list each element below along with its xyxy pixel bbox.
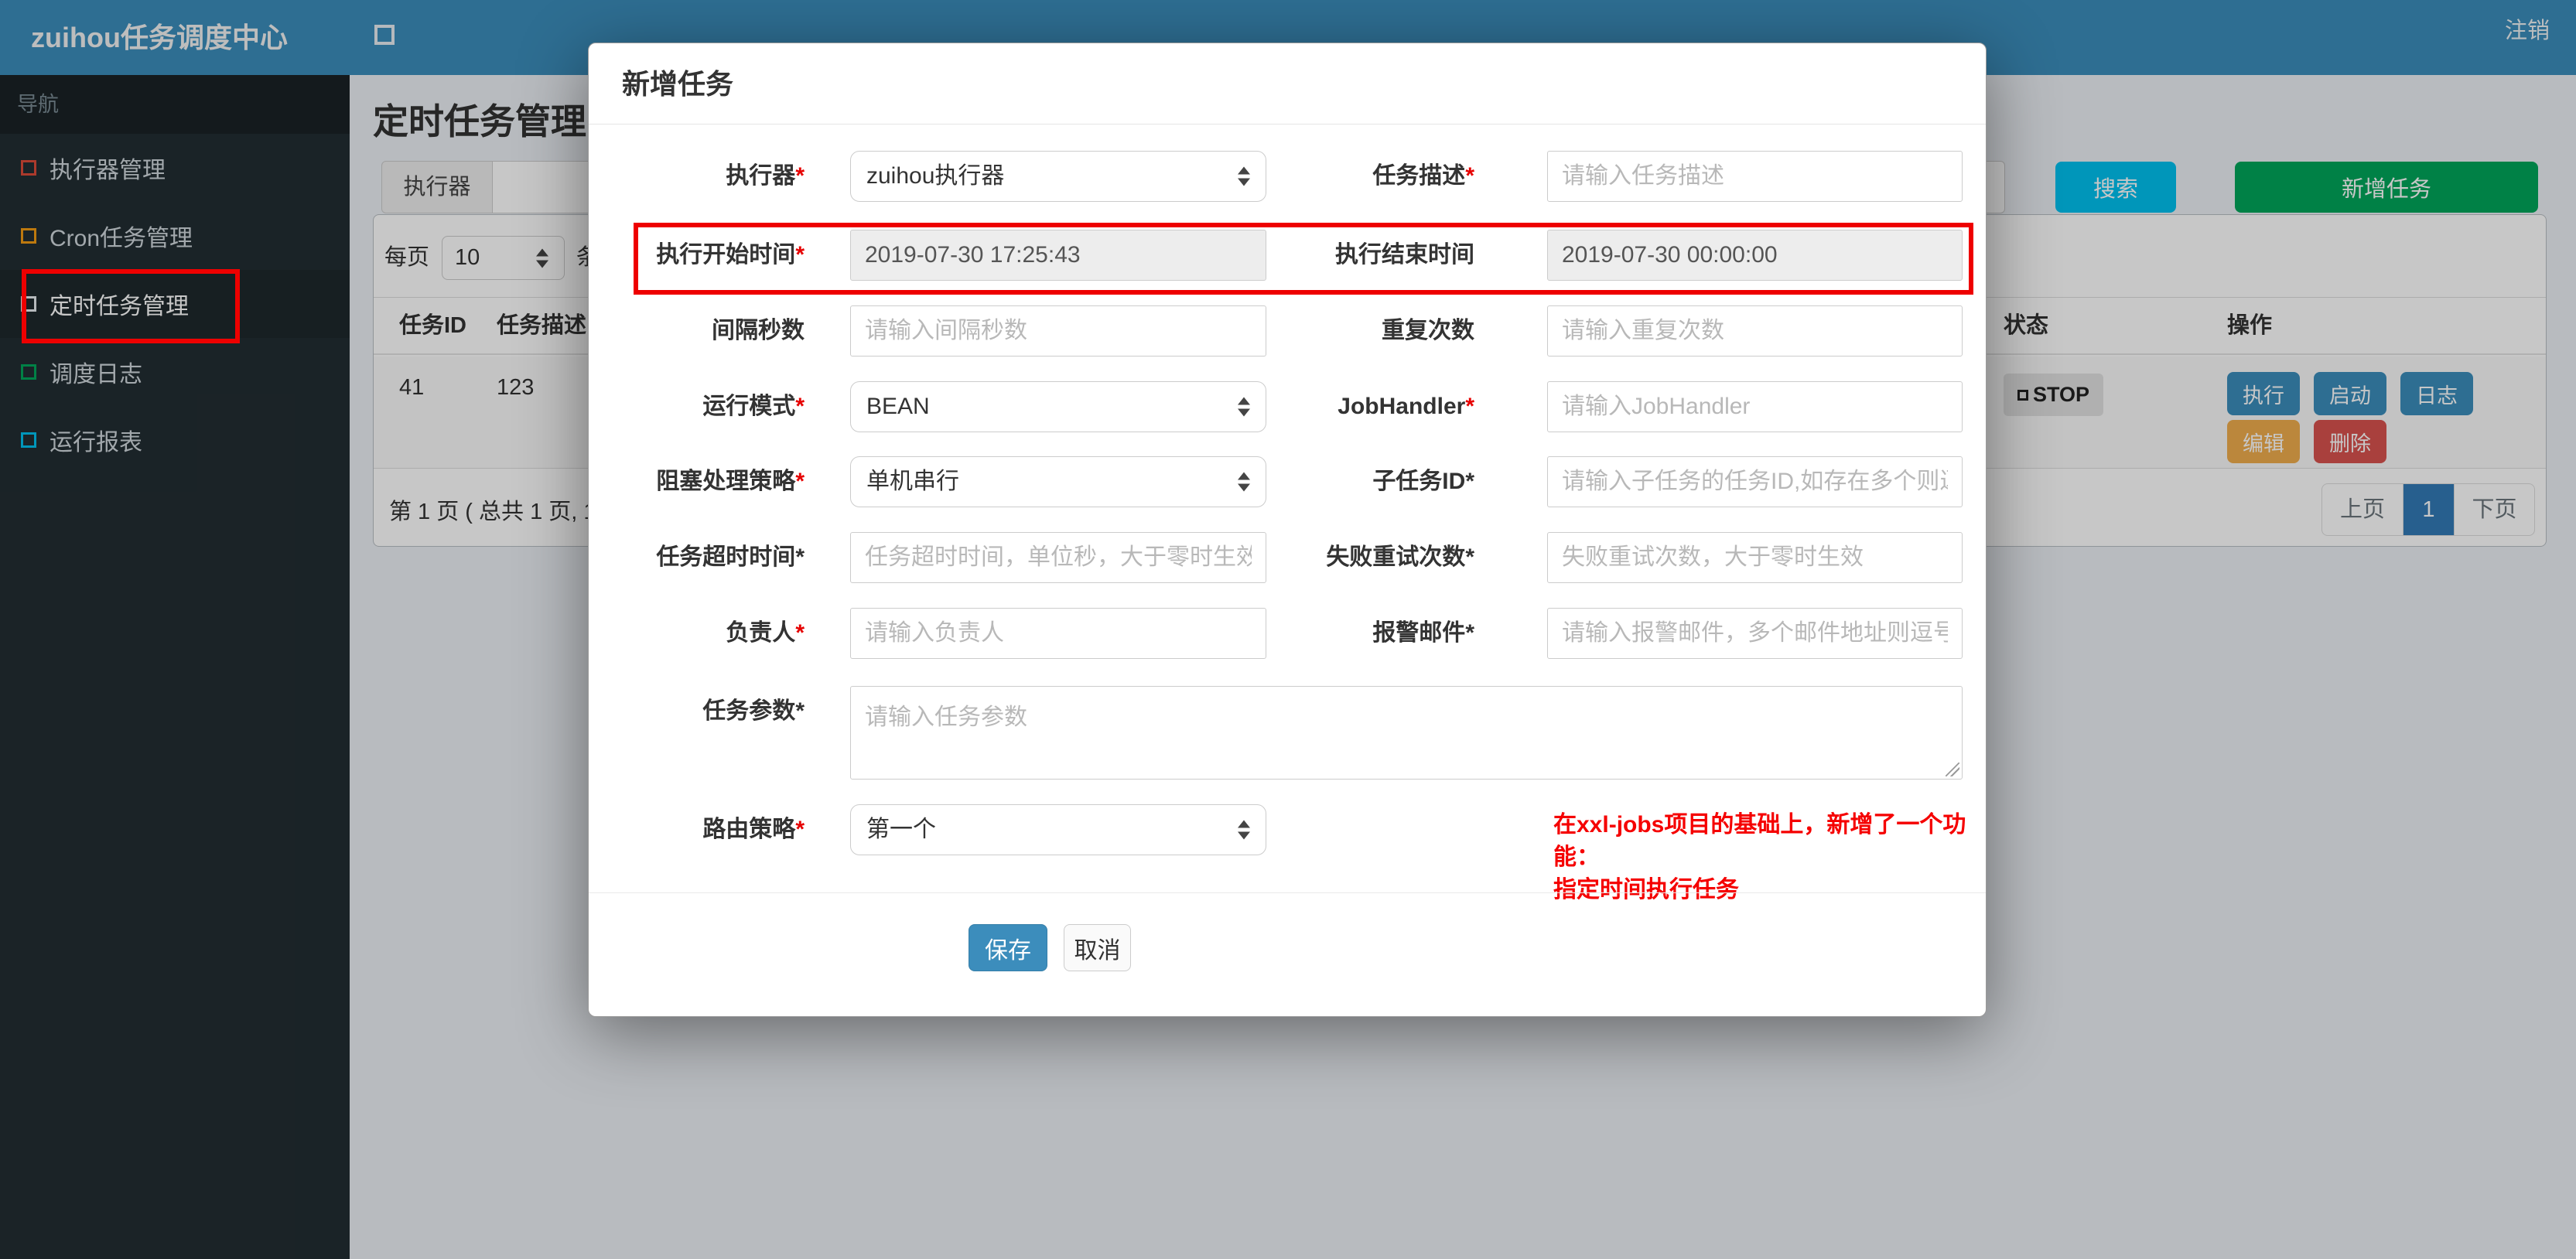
fail-retry-input[interactable]: [1547, 532, 1963, 583]
run-mode-select[interactable]: BEAN: [850, 381, 1266, 432]
fail-retry-label: 失败重试次数*: [1326, 544, 1474, 570]
block-strategy-select[interactable]: 单机串行: [850, 456, 1266, 507]
owner-label: 负责人*: [726, 620, 805, 646]
alarm-email-label: 报警邮件*: [1372, 620, 1474, 646]
screen: zuihou任务调度中心 导航 执行器管理 Cron任务管理 定时任务管理 调度…: [0, 0, 2576, 1259]
alarm-email-input[interactable]: [1547, 608, 1963, 659]
block-strategy-label: 阻塞处理策略*: [656, 469, 805, 494]
run-mode-label: 运行模式*: [702, 394, 805, 419]
task-desc-input[interactable]: [1547, 151, 1963, 202]
jobhandler-label: JobHandler*: [1338, 394, 1474, 419]
cancel-button[interactable]: 取消: [1064, 924, 1131, 971]
executor-select[interactable]: zuihou执行器: [850, 151, 1266, 202]
modal-header: 新增任务: [589, 43, 1986, 125]
resize-grip-icon[interactable]: [1946, 763, 1959, 776]
task-timeout-input[interactable]: [850, 532, 1266, 583]
add-task-modal: 新增任务 执行器* zuihou执行器 任务描述* 执行开始时间* 执行结束时间: [588, 43, 1987, 1017]
interval-seconds-input[interactable]: [850, 305, 1266, 357]
interval-seconds-label: 间隔秒数: [712, 318, 805, 343]
task-params-label: 任务参数*: [702, 698, 805, 724]
save-button[interactable]: 保存: [969, 924, 1047, 971]
child-task-id-input[interactable]: [1547, 456, 1963, 507]
start-time-input[interactable]: [850, 230, 1266, 281]
route-strategy-select[interactable]: 第一个: [850, 804, 1266, 855]
route-strategy-label: 路由策略*: [702, 817, 805, 842]
jobhandler-input[interactable]: [1547, 381, 1963, 432]
repeat-count-label: 重复次数: [1382, 318, 1474, 343]
updown-arrows-icon: [1238, 820, 1250, 840]
updown-arrows-icon: [1238, 166, 1250, 186]
end-time-input[interactable]: [1547, 230, 1963, 281]
task-params-textarea[interactable]: [850, 686, 1963, 780]
updown-arrows-icon: [1238, 397, 1250, 417]
repeat-count-input[interactable]: [1547, 305, 1963, 357]
start-time-label: 执行开始时间*: [656, 242, 805, 268]
updown-arrows-icon: [1238, 472, 1250, 492]
end-time-label: 执行结束时间: [1335, 242, 1474, 268]
modal-title: 新增任务: [622, 68, 734, 100]
executor-label: 执行器*: [726, 163, 805, 189]
task-timeout-label: 任务超时时间*: [656, 544, 805, 570]
owner-input[interactable]: [850, 608, 1266, 659]
child-task-id-label: 子任务ID*: [1372, 469, 1474, 494]
task-desc-label: 任务描述*: [1372, 163, 1474, 189]
modal-footer-divider: [589, 892, 1986, 893]
